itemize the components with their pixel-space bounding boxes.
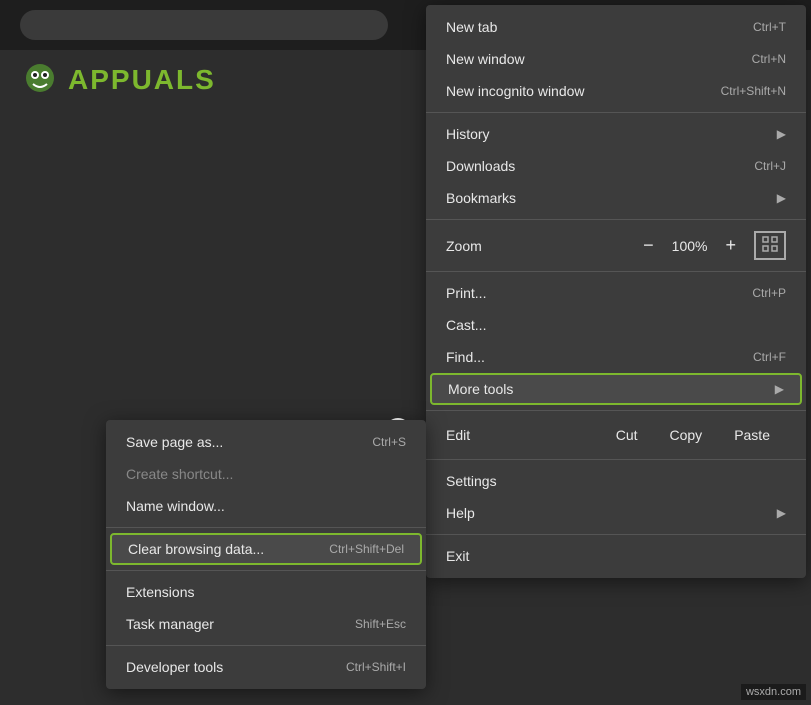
divider-6	[426, 534, 806, 535]
menu-item-history[interactable]: History ▶	[426, 118, 806, 150]
copy-button[interactable]: Copy	[654, 422, 719, 448]
menu-item-bookmarks[interactable]: Bookmarks ▶	[426, 182, 806, 214]
sub-divider-1	[106, 527, 426, 528]
menu-item-downloads[interactable]: Downloads Ctrl+J	[426, 150, 806, 182]
logo-icon	[20, 60, 60, 100]
menu-item-help[interactable]: Help ▶	[426, 497, 806, 529]
menu-item-exit[interactable]: Exit	[426, 540, 806, 572]
main-menu: New tab Ctrl+T New window Ctrl+N New inc…	[426, 5, 806, 578]
zoom-value: 100%	[672, 238, 708, 254]
divider-3	[426, 271, 806, 272]
menu-item-settings[interactable]: Settings	[426, 465, 806, 497]
menu-item-more-tools[interactable]: More tools ▶	[430, 373, 802, 405]
menu-item-find[interactable]: Find... Ctrl+F	[426, 341, 806, 373]
submenu-extensions[interactable]: Extensions	[106, 576, 426, 608]
paste-button[interactable]: Paste	[718, 422, 786, 448]
menu-item-print[interactable]: Print... Ctrl+P	[426, 277, 806, 309]
more-tools-submenu: Save page as... Ctrl+S Create shortcut..…	[106, 420, 426, 689]
fullscreen-icon	[762, 236, 778, 252]
zoom-plus-button[interactable]: +	[719, 235, 742, 256]
zoom-fullscreen-button[interactable]	[754, 231, 786, 260]
divider-1	[426, 112, 806, 113]
menu-item-new-tab[interactable]: New tab Ctrl+T	[426, 11, 806, 43]
divider-2	[426, 219, 806, 220]
menu-item-new-incognito[interactable]: New incognito window Ctrl+Shift+N	[426, 75, 806, 107]
sub-divider-2	[106, 570, 426, 571]
submenu-clear-browsing-data[interactable]: Clear browsing data... Ctrl+Shift+Del	[110, 533, 422, 565]
address-bar[interactable]	[20, 10, 388, 40]
watermark: wsxdn.com	[741, 684, 806, 700]
divider-4	[426, 410, 806, 411]
divider-5	[426, 459, 806, 460]
zoom-row: Zoom − 100% +	[426, 225, 806, 266]
menu-item-cast[interactable]: Cast...	[426, 309, 806, 341]
submenu-create-shortcut[interactable]: Create shortcut...	[106, 458, 426, 490]
submenu-task-manager[interactable]: Task manager Shift+Esc	[106, 608, 426, 640]
submenu-name-window[interactable]: Name window...	[106, 490, 426, 522]
logo-area: APPUALS	[20, 60, 216, 100]
sub-divider-3	[106, 645, 426, 646]
menu-item-new-window[interactable]: New window Ctrl+N	[426, 43, 806, 75]
submenu-save-page[interactable]: Save page as... Ctrl+S	[106, 426, 426, 458]
submenu-developer-tools[interactable]: Developer tools Ctrl+Shift+I	[106, 651, 426, 683]
edit-row: Edit Cut Copy Paste	[426, 416, 806, 454]
zoom-minus-button[interactable]: −	[637, 235, 660, 256]
logo-text: APPUALS	[68, 64, 216, 96]
cut-button[interactable]: Cut	[600, 422, 654, 448]
